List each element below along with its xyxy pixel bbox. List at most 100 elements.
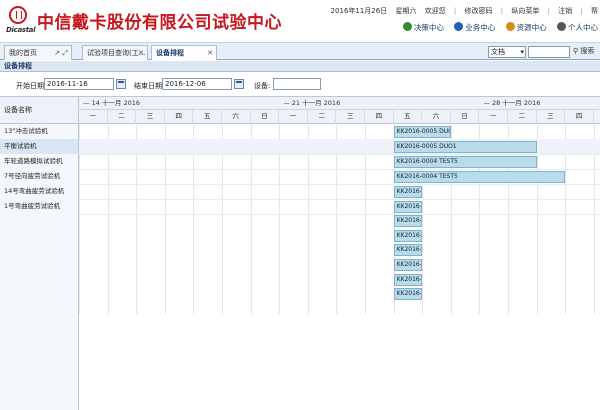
module-label: 决策中心 xyxy=(413,23,444,32)
week-label: — 28 十一月 2016 xyxy=(483,99,541,107)
resource-row[interactable]: 1号弯曲疲劳试验机 xyxy=(0,199,78,214)
tab-home[interactable]: 我的首页 ↗ ⤢ xyxy=(4,45,72,60)
resource-row[interactable]: 车轮道路模拟试验机 xyxy=(0,154,78,169)
week-label: — 14 十一月 2016 xyxy=(83,99,141,107)
tab-bar: 我的首页 ↗ ⤢ 试验项目查询(工... ✕ 设备排程 ✕ 文档 ⚲ 搜索 xyxy=(0,42,600,60)
schedule-task-bar[interactable]: KK2016-0005 DUO1 xyxy=(393,140,537,153)
pin-icon[interactable]: ↗ ⤢ xyxy=(54,46,68,60)
schedule-task-bar[interactable]: KK2016-0 xyxy=(393,200,423,213)
schedule-gantt: 设备名称 13"冲击试验机 平衡试验机 车轮道路模拟试验机 7号径向疲劳试验机 14号弯… xyxy=(0,96,600,410)
grid-row-line xyxy=(79,184,600,185)
schedule-task-bar[interactable]: KK2016-0 xyxy=(393,229,423,242)
day-label: 二 xyxy=(308,110,337,124)
company-logo: Dicastal xyxy=(6,6,36,38)
resource-icon xyxy=(505,22,515,31)
module-nav: 决策中心 业务中心 资源中心 个人中心 xyxy=(395,22,598,33)
tab-label: 我的首页 xyxy=(9,49,37,57)
logo-mark-icon xyxy=(9,6,27,24)
schedule-task-bar[interactable]: KK2016-0004 TEST5 xyxy=(393,155,537,168)
day-label: 四 xyxy=(365,110,394,124)
tab-equipment-schedule[interactable]: 设备排程 ✕ xyxy=(151,45,217,60)
schedule-task-bar[interactable]: KK2016-0004 TEST5 xyxy=(393,170,566,183)
decision-icon xyxy=(402,22,412,31)
grid-row-line xyxy=(79,214,600,215)
day-header-row: 一二三四五六日一二三四五六日一二三四五 xyxy=(79,110,600,124)
resource-row[interactable]: 7号径向疲劳试验机 xyxy=(0,169,78,184)
week-header-row: — 14 十一月 2016 — 21 十一月 2016 — 28 十一月 2016 xyxy=(79,97,600,110)
divider: | xyxy=(547,7,550,15)
resource-list: 13"冲击试验机 平衡试验机 车轮道路模拟试验机 7号径向疲劳试验机 14号弯曲疲劳试验… xyxy=(0,124,79,410)
tab-label: 试验项目查询(工... xyxy=(87,49,146,57)
module-label: 业务中心 xyxy=(465,23,496,32)
resource-row[interactable]: 13"冲击试验机 xyxy=(0,124,78,139)
search-scope-select[interactable]: 文档 xyxy=(488,46,526,58)
day-label: 四 xyxy=(565,110,594,124)
day-label: 六 xyxy=(422,110,451,124)
close-icon[interactable]: ✕ xyxy=(138,46,144,60)
current-weekday: 星期六 xyxy=(395,7,417,15)
schedule-task-bar[interactable]: KK2016-0 xyxy=(393,288,423,301)
logo-brand-text: Dicastal xyxy=(6,26,36,34)
day-label: 四 xyxy=(165,110,194,124)
tab-project-query[interactable]: 试验项目查询(工... ✕ xyxy=(82,45,148,60)
search-button-label: 搜索 xyxy=(580,47,595,55)
device-label: 设备: xyxy=(254,82,271,90)
schedule-task-bar[interactable]: KK2016-0 xyxy=(393,258,423,271)
module-label: 资源中心 xyxy=(516,23,547,32)
divider: | xyxy=(580,7,583,15)
start-date-label: 开始日期: xyxy=(16,82,47,90)
business-icon xyxy=(454,22,464,31)
grid-row-line xyxy=(79,199,600,200)
day-label: 一 xyxy=(479,110,508,124)
day-label: 三 xyxy=(336,110,365,124)
divider: | xyxy=(500,7,504,15)
week-label: — 21 十一月 2016 xyxy=(283,99,341,107)
day-label: 一 xyxy=(79,110,108,124)
day-label: 五 xyxy=(594,110,600,124)
logout-link[interactable]: 注销 xyxy=(558,7,572,15)
start-date-input[interactable]: 2016-11-16 xyxy=(44,78,114,90)
day-label: 二 xyxy=(508,110,537,124)
day-label: 日 xyxy=(251,110,280,124)
module-business[interactable]: 业务中心 xyxy=(454,22,495,33)
change-password-link[interactable]: 修改密码 xyxy=(465,7,493,15)
schedule-task-bar[interactable]: KK2016-0 xyxy=(393,273,423,286)
divider: | xyxy=(453,7,457,15)
schedule-task-bar[interactable]: KK2016-0 xyxy=(393,215,423,228)
resource-row[interactable]: 14号弯曲疲劳试验机 xyxy=(0,184,78,199)
calendar-icon[interactable] xyxy=(116,79,126,89)
close-icon[interactable]: ✕ xyxy=(207,46,213,60)
greeting-text: 欢迎您 xyxy=(424,7,446,15)
day-label: 日 xyxy=(451,110,480,124)
resource-column-header: 设备名称 xyxy=(0,97,79,124)
page-title: 设备排程 xyxy=(0,61,600,72)
day-label: 五 xyxy=(394,110,423,124)
top-utility-bar: 2016年11月26日 星期六 欢迎您 | 修改密码 | 纵向菜单 | 注销 |… xyxy=(325,6,598,16)
day-label: 六 xyxy=(222,110,251,124)
global-search-input[interactable] xyxy=(528,46,570,58)
module-resource[interactable]: 资源中心 xyxy=(505,22,547,33)
day-label: 三 xyxy=(136,110,165,124)
end-date-input[interactable]: 2016-12-06 xyxy=(162,78,232,90)
module-label: 个人中心 xyxy=(568,23,598,32)
menu-style-link[interactable]: 纵向菜单 xyxy=(511,7,539,15)
module-personal[interactable]: 个人中心 xyxy=(557,22,598,33)
end-date-label: 结束日期: xyxy=(134,82,165,90)
day-label: 五 xyxy=(193,110,222,124)
current-date: 2016年11月26日 xyxy=(330,7,388,15)
person-icon xyxy=(557,22,566,31)
tab-label: 设备排程 xyxy=(156,49,184,57)
schedule-task-bar[interactable]: KK2016-0005 DUO1 xyxy=(393,125,451,138)
day-label: 三 xyxy=(537,110,566,124)
device-input[interactable] xyxy=(273,78,321,90)
app-title: 中信戴卡股份有限公司试验中心 xyxy=(37,13,282,33)
app-header: Dicastal 中信戴卡股份有限公司试验中心 2016年11月26日 星期六 … xyxy=(0,0,600,42)
resource-row[interactable]: 平衡试验机 xyxy=(0,139,78,154)
day-label: 一 xyxy=(279,110,308,124)
help-link[interactable]: 帮 xyxy=(591,7,598,15)
schedule-task-bar[interactable]: KK2016-0 xyxy=(393,185,423,198)
global-search-button[interactable]: ⚲ 搜索 xyxy=(573,46,594,56)
schedule-task-bar[interactable]: KK2016-0 xyxy=(393,244,423,257)
calendar-icon[interactable] xyxy=(234,79,244,89)
module-decision[interactable]: 决策中心 xyxy=(402,22,444,33)
